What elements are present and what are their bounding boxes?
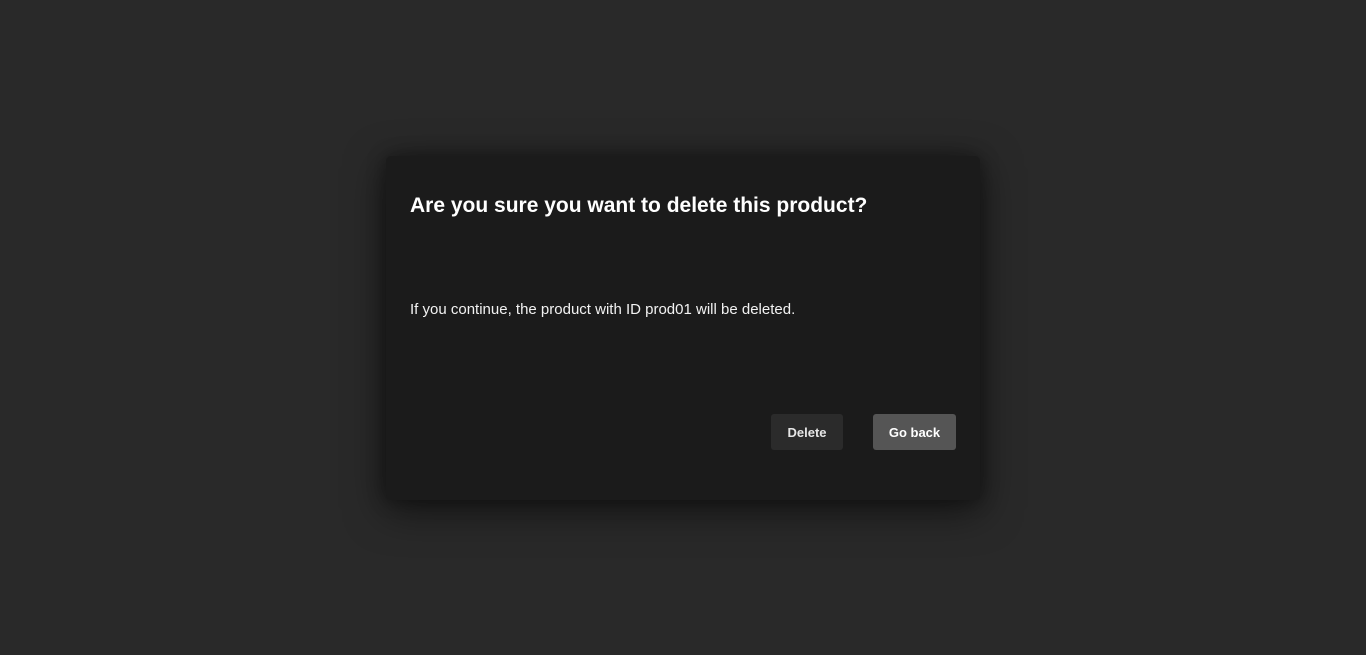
go-back-button[interactable]: Go back — [873, 414, 956, 450]
delete-button[interactable]: Delete — [771, 414, 843, 450]
dialog-message: If you continue, the product with ID pro… — [410, 301, 796, 318]
dialog-title: Are you sure you want to delete this pro… — [410, 194, 868, 217]
delete-confirmation-dialog: Are you sure you want to delete this pro… — [386, 156, 980, 500]
